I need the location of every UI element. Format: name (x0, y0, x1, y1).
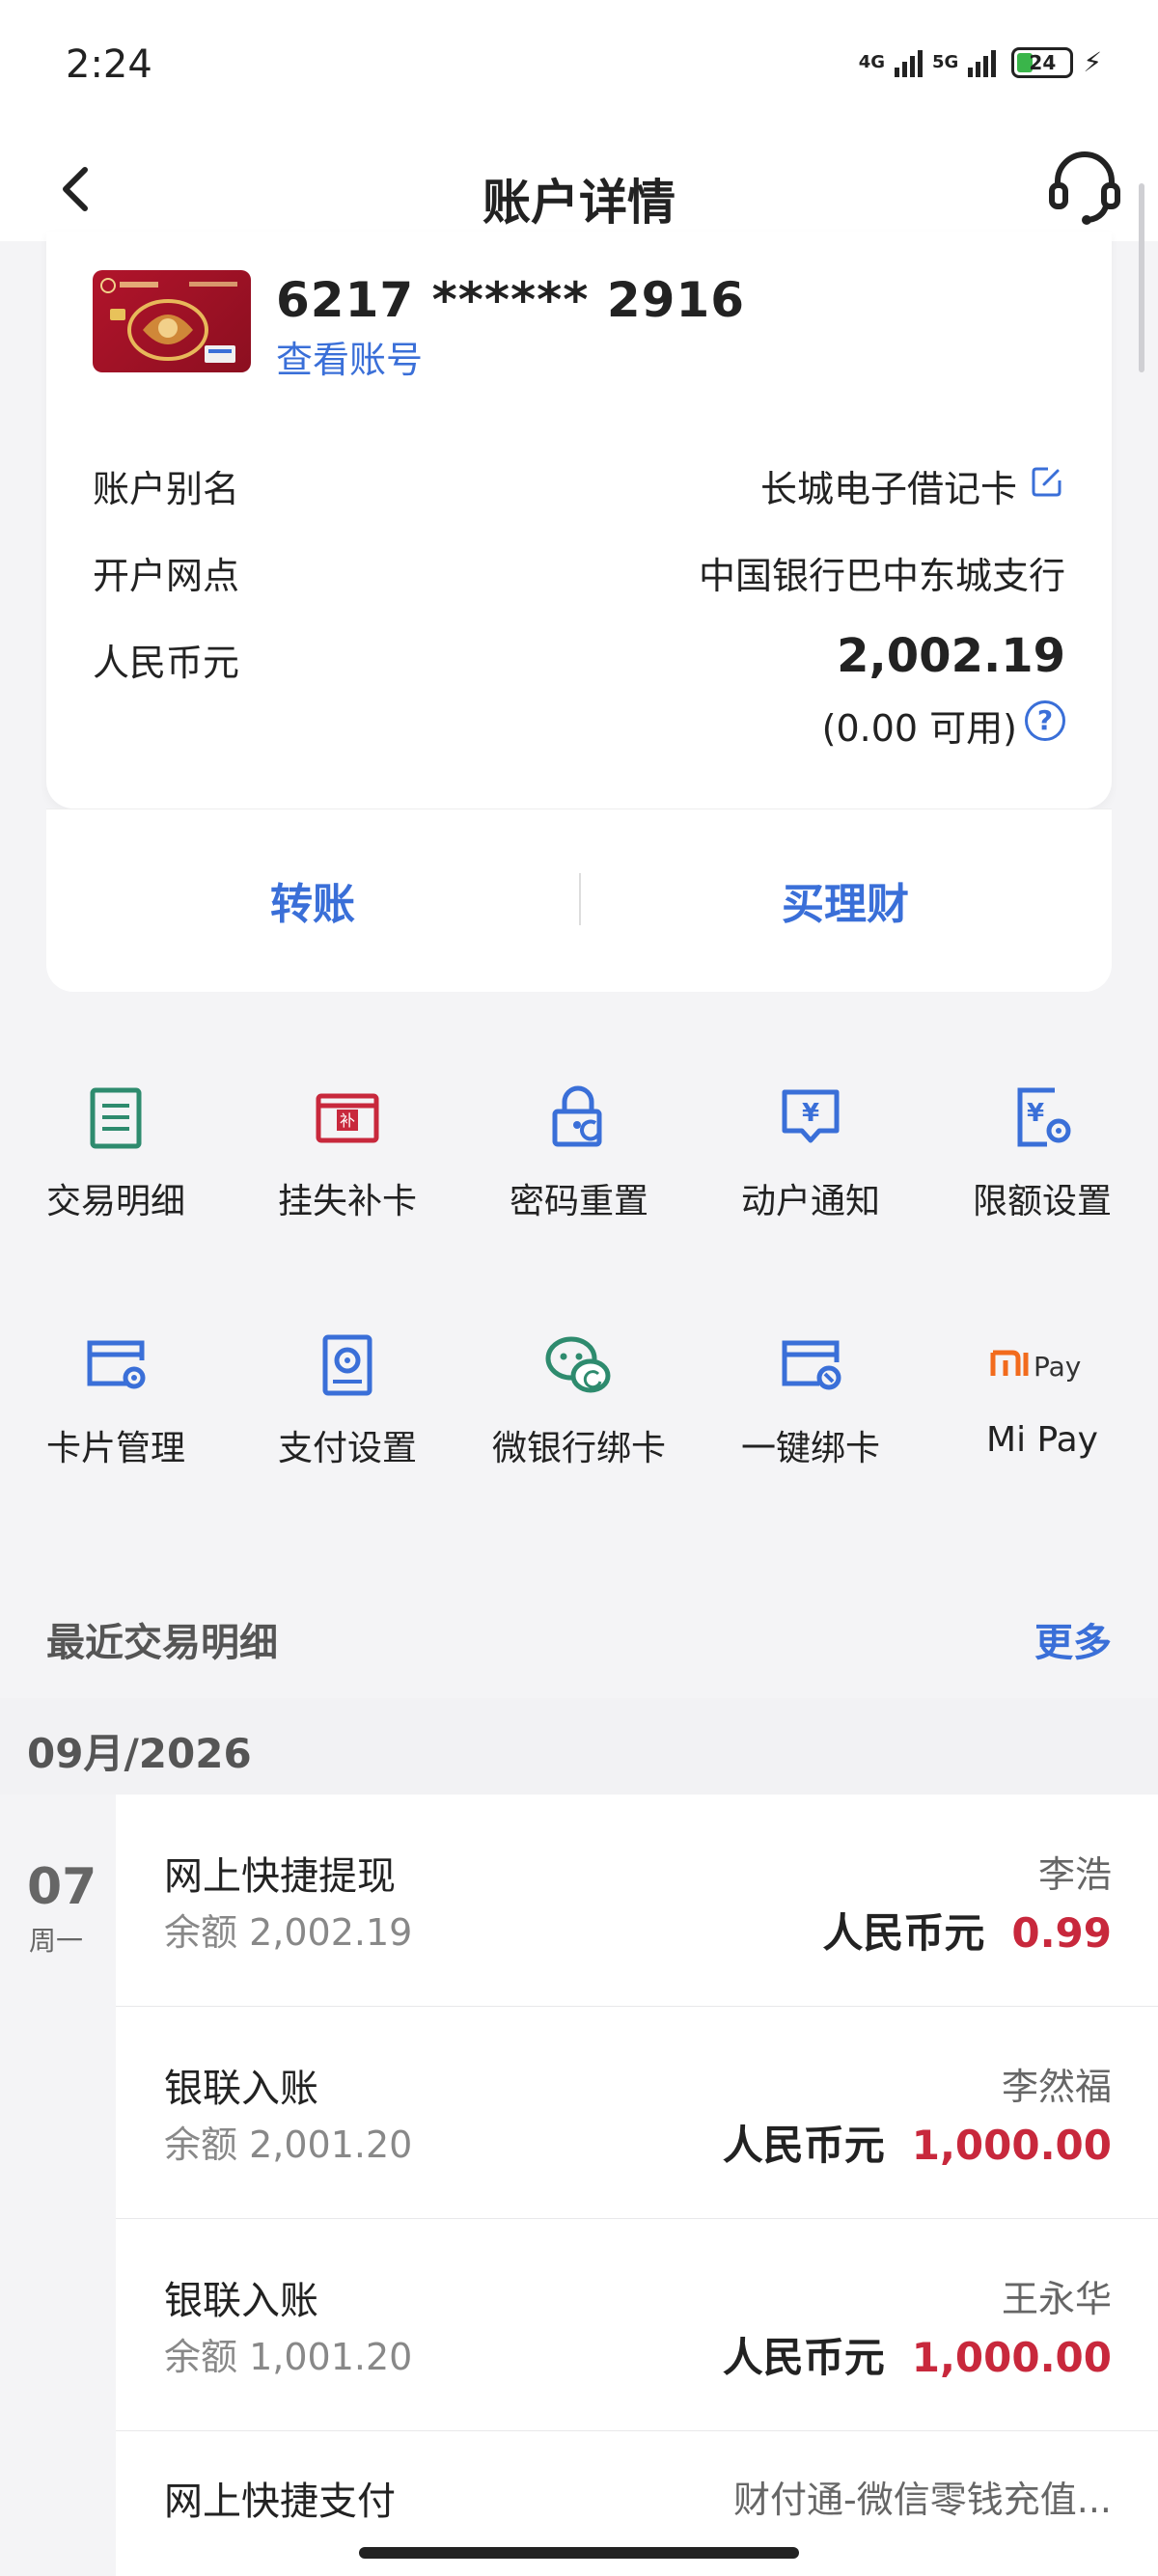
grid-item-transaction-details[interactable]: 交易明细 (0, 1084, 232, 1258)
grid-label: Mi Pay (986, 1420, 1098, 1460)
transaction-value: 0.99 (1011, 1909, 1112, 1957)
headset-icon (1049, 151, 1120, 225)
wechat-icon (545, 1336, 611, 1393)
transaction-list: 07 周一 网上快捷提现 余额 2,002.19 李浩 人民币元 0.99 银联入… (0, 1795, 1158, 2576)
grid-label: 限额设置 (972, 1182, 1112, 1221)
network-5g-label: 5G (932, 51, 959, 72)
grid-item-limit-settings[interactable]: ¥ 限额设置 (926, 1084, 1158, 1258)
grid-item-one-click-bind[interactable]: 一键绑卡 (695, 1331, 926, 1505)
status-bar: 2:24 4G 5G 24 ⚡ (0, 0, 1158, 135)
alias-label: 账户别名 (93, 468, 240, 510)
grid-label: 交易明细 (45, 1182, 185, 1221)
transaction-name: 网上快捷支付 (164, 2480, 396, 2524)
month-label: 09月/2026 (27, 1730, 252, 1777)
transaction-balance: 余额 2,002.19 (164, 1911, 413, 1954)
grid-item-password-reset[interactable]: 密码重置 (463, 1084, 695, 1258)
account-actions: 转账 买理财 (46, 808, 1112, 992)
list-icon (90, 1087, 142, 1149)
edit-icon[interactable] (1029, 463, 1065, 500)
payment-settings-icon (322, 1334, 372, 1396)
more-link[interactable]: 更多 (1034, 1611, 1112, 1667)
card-number: 6217 ****** 2916 (276, 272, 746, 328)
grid-item-account-notification[interactable]: ¥ 动户通知 (695, 1084, 926, 1258)
signal-icon-2 (968, 48, 997, 77)
charging-icon: ⚡ (1083, 46, 1102, 78)
transaction-row[interactable]: 银联入账 余额 1,001.20 王永华 人民币元 1,000.00 (116, 2219, 1158, 2431)
transaction-value: 1,000.00 (911, 2334, 1112, 2381)
bank-card-image (93, 270, 251, 372)
mi-pay-icon: Pay (990, 1350, 1081, 1383)
grid-item-wechat-bank-bind[interactable]: 微银行绑卡 (463, 1331, 695, 1505)
transaction-row[interactable]: 银联入账 余额 2,001.20 李然福 人民币元 1,000.00 (116, 2007, 1158, 2219)
signal-icon (895, 48, 924, 77)
svg-text:¥: ¥ (802, 1099, 819, 1128)
battery-icon: 24 (1011, 46, 1074, 78)
date-weekday: 周一 (29, 1925, 84, 1957)
limit-settings-icon: ¥ (1017, 1087, 1071, 1147)
transaction-amount: 人民币元 1,000.00 (723, 2113, 1112, 2172)
alias-value: 长城电子借记卡 (759, 468, 1017, 510)
transaction-party: 财付通-微信零钱充值... (733, 2479, 1112, 2521)
network-4g-label: 4G (858, 51, 886, 72)
transaction-party: 李然福 (1001, 2066, 1112, 2108)
branch-value: 中国银行巴中东城支行 (698, 555, 1065, 597)
transaction-name: 银联入账 (164, 2279, 318, 2323)
transaction-amount: 人民币元 1,000.00 (723, 2325, 1112, 2384)
battery-level: 24 (1029, 50, 1057, 74)
scrollbar[interactable] (1139, 183, 1144, 372)
branch-label: 开户网点 (93, 555, 240, 597)
grid-item-mi-pay[interactable]: Pay Mi Pay (926, 1331, 1158, 1505)
buy-wealth-button[interactable]: 买理财 (701, 869, 990, 931)
transaction-row[interactable]: 网上快捷提现 余额 2,002.19 李浩 人民币元 0.99 (116, 1795, 1158, 2007)
status-time: 2:24 (66, 42, 152, 87)
transaction-currency: 人民币元 (722, 2122, 885, 2169)
page-title: 账户详情 (482, 175, 676, 231)
grid-label: 挂失补卡 (277, 1182, 417, 1221)
currency-label: 人民币元 (93, 642, 240, 684)
transfer-button[interactable]: 转账 (168, 869, 457, 931)
status-icons: 4G 5G 24 ⚡ (859, 46, 1102, 78)
view-account-link[interactable]: 查看账号 (276, 330, 423, 383)
card-bind-icon (782, 1340, 841, 1390)
grid-label: 卡片管理 (45, 1429, 185, 1468)
transaction-name: 网上快捷提现 (164, 1854, 396, 1899)
account-card: 6217 ****** 2916 查看账号 账户别名 长城电子借记卡 开户网点 … (46, 232, 1112, 808)
mi-pay-icon-text: Pay (1034, 1351, 1081, 1383)
grid-label: 支付设置 (277, 1429, 417, 1468)
transaction-balance: 余额 2,001.20 (164, 2124, 413, 2166)
report-loss-icon-text: 补 (340, 1111, 355, 1130)
svg-text:¥: ¥ (1027, 1099, 1044, 1128)
grid-label: 密码重置 (509, 1182, 648, 1221)
grid-label: 微银行绑卡 (491, 1429, 666, 1468)
grid-label: 一键绑卡 (740, 1429, 880, 1468)
help-icon[interactable]: ? (1025, 700, 1065, 741)
date-column: 07 周一 (0, 1795, 116, 2576)
grid-item-payment-settings[interactable]: 支付设置 (232, 1331, 463, 1505)
month-header: 09月/2026 (0, 1698, 1158, 1795)
grid-item-report-loss[interactable]: 补 挂失补卡 (232, 1084, 463, 1258)
transaction-party: 李浩 (1037, 1853, 1112, 1896)
transaction-amount: 人民币元 0.99 (822, 1901, 1112, 1959)
account-balance: 2,002.19 (837, 629, 1065, 683)
home-indicator[interactable] (359, 2547, 799, 2559)
transaction-currency: 人民币元 (822, 1909, 985, 1957)
transaction-currency: 人民币元 (722, 2334, 885, 2381)
date-day: 07 (27, 1858, 97, 1916)
grid-item-card-management[interactable]: 卡片管理 (0, 1331, 232, 1505)
available-balance: (0.00 可用) (821, 707, 1017, 750)
card-settings-icon (87, 1340, 146, 1389)
transaction-value: 1,000.00 (911, 2122, 1112, 2169)
customer-service-button[interactable] (1046, 143, 1123, 230)
grid-label: 动户通知 (740, 1182, 880, 1221)
transaction-name: 银联入账 (164, 2067, 318, 2111)
lock-reset-icon (552, 1085, 602, 1147)
report-loss-icon: 补 (316, 1093, 379, 1143)
transaction-party: 王永华 (1001, 2278, 1112, 2320)
notification-yen-icon: ¥ (782, 1089, 840, 1143)
transaction-balance: 余额 1,001.20 (164, 2336, 413, 2378)
action-divider (579, 873, 581, 925)
recent-transactions-title: 最近交易明细 (46, 1621, 278, 1665)
app-header: 账户详情 (0, 135, 1158, 241)
